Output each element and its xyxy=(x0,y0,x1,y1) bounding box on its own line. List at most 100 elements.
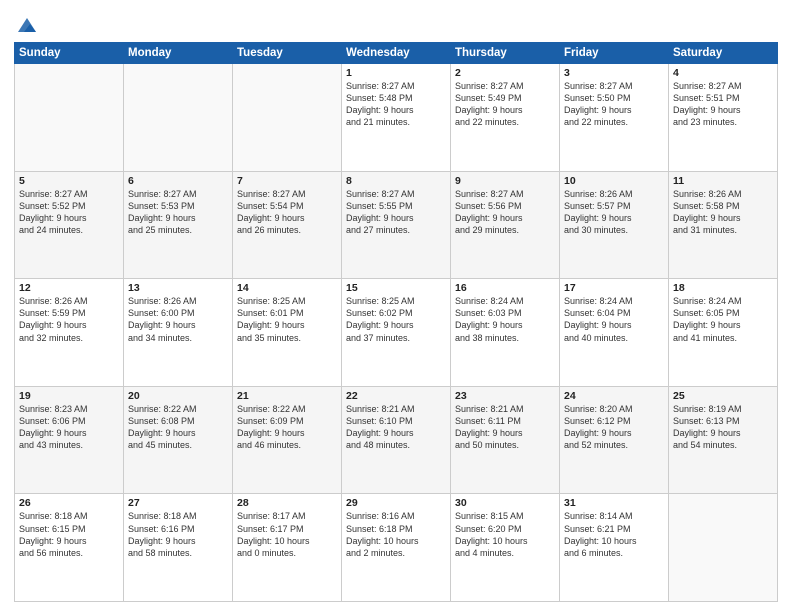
calendar-cell: 28Sunrise: 8:17 AM Sunset: 6:17 PM Dayli… xyxy=(233,494,342,602)
weekday-header-saturday: Saturday xyxy=(669,43,778,64)
day-info: Sunrise: 8:26 AM Sunset: 5:58 PM Dayligh… xyxy=(673,188,773,237)
day-number: 26 xyxy=(19,497,119,509)
day-number: 21 xyxy=(237,390,337,402)
day-info: Sunrise: 8:27 AM Sunset: 5:49 PM Dayligh… xyxy=(455,80,555,129)
calendar-cell: 30Sunrise: 8:15 AM Sunset: 6:20 PM Dayli… xyxy=(451,494,560,602)
calendar-cell: 10Sunrise: 8:26 AM Sunset: 5:57 PM Dayli… xyxy=(560,171,669,279)
calendar-cell: 7Sunrise: 8:27 AM Sunset: 5:54 PM Daylig… xyxy=(233,171,342,279)
day-info: Sunrise: 8:27 AM Sunset: 5:51 PM Dayligh… xyxy=(673,80,773,129)
day-number: 1 xyxy=(346,67,446,79)
calendar-cell: 26Sunrise: 8:18 AM Sunset: 6:15 PM Dayli… xyxy=(15,494,124,602)
day-info: Sunrise: 8:26 AM Sunset: 5:57 PM Dayligh… xyxy=(564,188,664,237)
day-info: Sunrise: 8:27 AM Sunset: 5:53 PM Dayligh… xyxy=(128,188,228,237)
calendar-week-row: 12Sunrise: 8:26 AM Sunset: 5:59 PM Dayli… xyxy=(15,279,778,387)
day-info: Sunrise: 8:19 AM Sunset: 6:13 PM Dayligh… xyxy=(673,403,773,452)
day-number: 30 xyxy=(455,497,555,509)
calendar-cell: 8Sunrise: 8:27 AM Sunset: 5:55 PM Daylig… xyxy=(342,171,451,279)
day-number: 9 xyxy=(455,175,555,187)
day-info: Sunrise: 8:27 AM Sunset: 5:50 PM Dayligh… xyxy=(564,80,664,129)
day-number: 12 xyxy=(19,282,119,294)
day-info: Sunrise: 8:27 AM Sunset: 5:55 PM Dayligh… xyxy=(346,188,446,237)
day-number: 15 xyxy=(346,282,446,294)
day-info: Sunrise: 8:27 AM Sunset: 5:48 PM Dayligh… xyxy=(346,80,446,129)
calendar-cell: 17Sunrise: 8:24 AM Sunset: 6:04 PM Dayli… xyxy=(560,279,669,387)
day-info: Sunrise: 8:23 AM Sunset: 6:06 PM Dayligh… xyxy=(19,403,119,452)
day-number: 5 xyxy=(19,175,119,187)
calendar-cell: 29Sunrise: 8:16 AM Sunset: 6:18 PM Dayli… xyxy=(342,494,451,602)
day-info: Sunrise: 8:21 AM Sunset: 6:11 PM Dayligh… xyxy=(455,403,555,452)
day-info: Sunrise: 8:22 AM Sunset: 6:08 PM Dayligh… xyxy=(128,403,228,452)
day-number: 13 xyxy=(128,282,228,294)
day-number: 18 xyxy=(673,282,773,294)
weekday-header-monday: Monday xyxy=(124,43,233,64)
day-number: 17 xyxy=(564,282,664,294)
calendar-cell: 27Sunrise: 8:18 AM Sunset: 6:16 PM Dayli… xyxy=(124,494,233,602)
day-number: 29 xyxy=(346,497,446,509)
day-info: Sunrise: 8:18 AM Sunset: 6:16 PM Dayligh… xyxy=(128,510,228,559)
calendar-cell xyxy=(233,64,342,172)
day-info: Sunrise: 8:22 AM Sunset: 6:09 PM Dayligh… xyxy=(237,403,337,452)
calendar-table: SundayMondayTuesdayWednesdayThursdayFrid… xyxy=(14,42,778,602)
logo xyxy=(14,14,38,36)
day-number: 2 xyxy=(455,67,555,79)
calendar-cell: 11Sunrise: 8:26 AM Sunset: 5:58 PM Dayli… xyxy=(669,171,778,279)
calendar-week-row: 1Sunrise: 8:27 AM Sunset: 5:48 PM Daylig… xyxy=(15,64,778,172)
day-number: 11 xyxy=(673,175,773,187)
page: SundayMondayTuesdayWednesdayThursdayFrid… xyxy=(0,0,792,612)
day-number: 19 xyxy=(19,390,119,402)
day-number: 6 xyxy=(128,175,228,187)
day-info: Sunrise: 8:24 AM Sunset: 6:03 PM Dayligh… xyxy=(455,295,555,344)
calendar-cell: 31Sunrise: 8:14 AM Sunset: 6:21 PM Dayli… xyxy=(560,494,669,602)
calendar-cell: 18Sunrise: 8:24 AM Sunset: 6:05 PM Dayli… xyxy=(669,279,778,387)
calendar-week-row: 26Sunrise: 8:18 AM Sunset: 6:15 PM Dayli… xyxy=(15,494,778,602)
day-number: 8 xyxy=(346,175,446,187)
day-number: 7 xyxy=(237,175,337,187)
calendar-cell: 5Sunrise: 8:27 AM Sunset: 5:52 PM Daylig… xyxy=(15,171,124,279)
day-number: 10 xyxy=(564,175,664,187)
weekday-header-row: SundayMondayTuesdayWednesdayThursdayFrid… xyxy=(15,43,778,64)
calendar-cell: 4Sunrise: 8:27 AM Sunset: 5:51 PM Daylig… xyxy=(669,64,778,172)
day-number: 23 xyxy=(455,390,555,402)
day-number: 31 xyxy=(564,497,664,509)
day-info: Sunrise: 8:26 AM Sunset: 6:00 PM Dayligh… xyxy=(128,295,228,344)
calendar-cell: 16Sunrise: 8:24 AM Sunset: 6:03 PM Dayli… xyxy=(451,279,560,387)
calendar-cell: 12Sunrise: 8:26 AM Sunset: 5:59 PM Dayli… xyxy=(15,279,124,387)
day-number: 24 xyxy=(564,390,664,402)
calendar-week-row: 5Sunrise: 8:27 AM Sunset: 5:52 PM Daylig… xyxy=(15,171,778,279)
calendar-cell: 6Sunrise: 8:27 AM Sunset: 5:53 PM Daylig… xyxy=(124,171,233,279)
day-info: Sunrise: 8:25 AM Sunset: 6:01 PM Dayligh… xyxy=(237,295,337,344)
day-number: 20 xyxy=(128,390,228,402)
day-info: Sunrise: 8:18 AM Sunset: 6:15 PM Dayligh… xyxy=(19,510,119,559)
header xyxy=(14,10,778,36)
day-number: 4 xyxy=(673,67,773,79)
day-info: Sunrise: 8:24 AM Sunset: 6:04 PM Dayligh… xyxy=(564,295,664,344)
day-number: 3 xyxy=(564,67,664,79)
day-info: Sunrise: 8:15 AM Sunset: 6:20 PM Dayligh… xyxy=(455,510,555,559)
calendar-cell: 25Sunrise: 8:19 AM Sunset: 6:13 PM Dayli… xyxy=(669,386,778,494)
calendar-cell: 20Sunrise: 8:22 AM Sunset: 6:08 PM Dayli… xyxy=(124,386,233,494)
day-info: Sunrise: 8:25 AM Sunset: 6:02 PM Dayligh… xyxy=(346,295,446,344)
weekday-header-wednesday: Wednesday xyxy=(342,43,451,64)
day-number: 16 xyxy=(455,282,555,294)
day-number: 25 xyxy=(673,390,773,402)
day-number: 14 xyxy=(237,282,337,294)
day-info: Sunrise: 8:17 AM Sunset: 6:17 PM Dayligh… xyxy=(237,510,337,559)
weekday-header-tuesday: Tuesday xyxy=(233,43,342,64)
calendar-cell xyxy=(124,64,233,172)
day-info: Sunrise: 8:27 AM Sunset: 5:52 PM Dayligh… xyxy=(19,188,119,237)
calendar-cell xyxy=(669,494,778,602)
day-info: Sunrise: 8:20 AM Sunset: 6:12 PM Dayligh… xyxy=(564,403,664,452)
day-info: Sunrise: 8:27 AM Sunset: 5:54 PM Dayligh… xyxy=(237,188,337,237)
logo-icon xyxy=(16,14,38,36)
calendar-cell: 19Sunrise: 8:23 AM Sunset: 6:06 PM Dayli… xyxy=(15,386,124,494)
weekday-header-friday: Friday xyxy=(560,43,669,64)
day-info: Sunrise: 8:26 AM Sunset: 5:59 PM Dayligh… xyxy=(19,295,119,344)
day-number: 22 xyxy=(346,390,446,402)
calendar-cell: 2Sunrise: 8:27 AM Sunset: 5:49 PM Daylig… xyxy=(451,64,560,172)
calendar-cell: 14Sunrise: 8:25 AM Sunset: 6:01 PM Dayli… xyxy=(233,279,342,387)
calendar-cell xyxy=(15,64,124,172)
day-number: 28 xyxy=(237,497,337,509)
day-info: Sunrise: 8:14 AM Sunset: 6:21 PM Dayligh… xyxy=(564,510,664,559)
day-info: Sunrise: 8:27 AM Sunset: 5:56 PM Dayligh… xyxy=(455,188,555,237)
calendar-cell: 9Sunrise: 8:27 AM Sunset: 5:56 PM Daylig… xyxy=(451,171,560,279)
